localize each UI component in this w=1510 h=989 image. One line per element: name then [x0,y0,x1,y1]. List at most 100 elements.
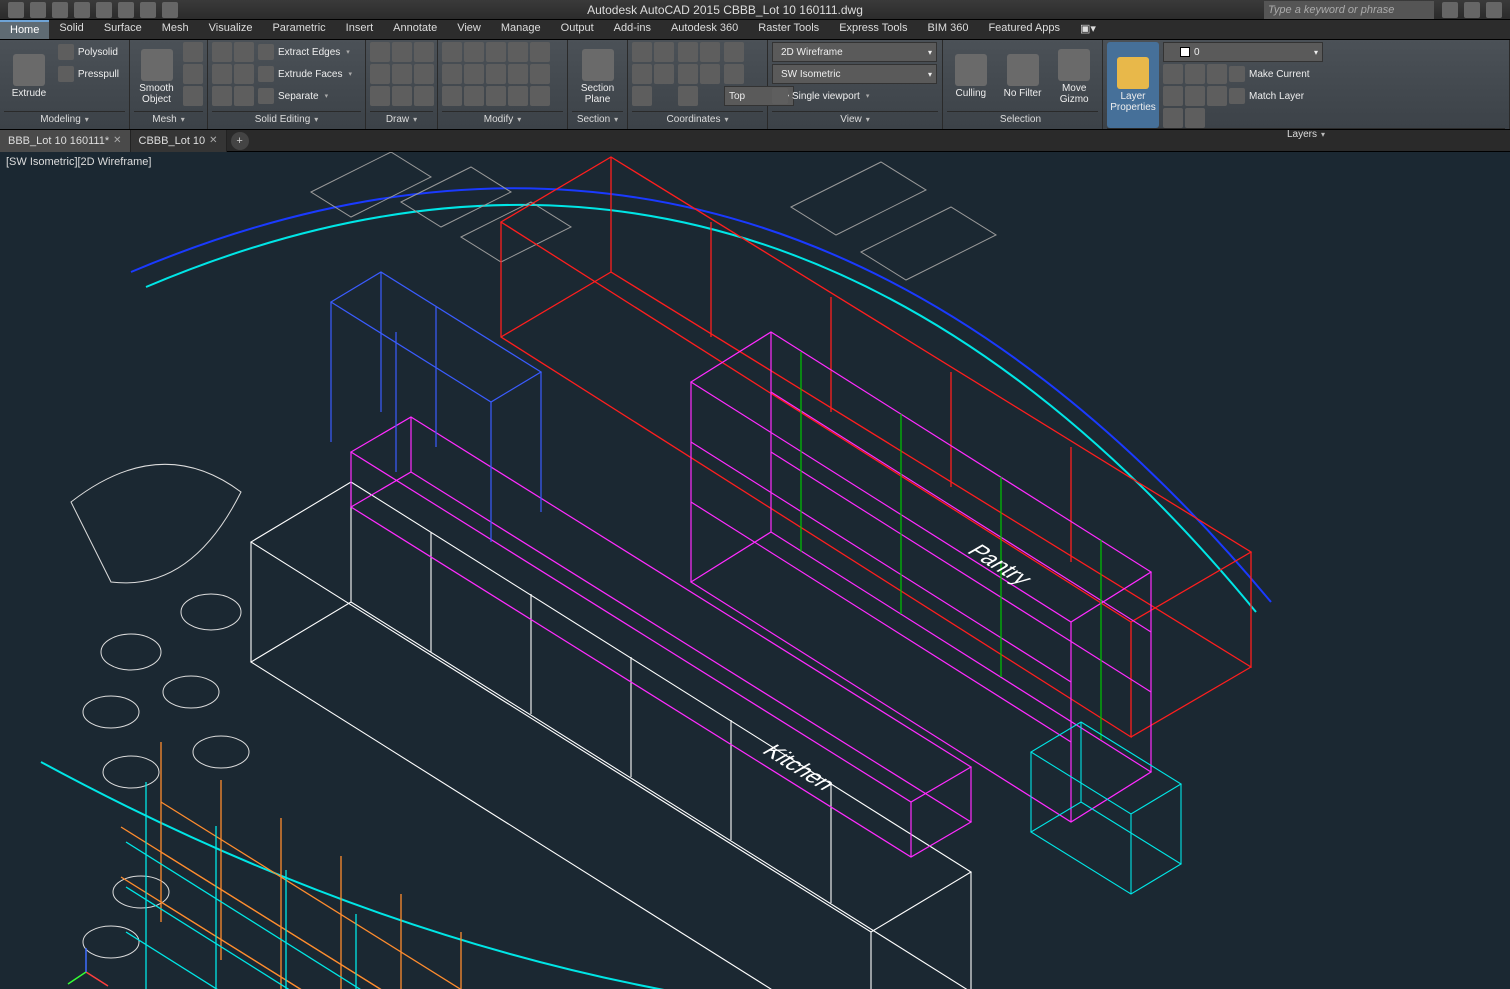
search-input[interactable]: Type a keyword or phrase [1264,1,1434,19]
new-tab-button[interactable]: + [231,132,249,150]
tab-overflow-icon[interactable]: ▣▾ [1070,20,1106,39]
viewport-label[interactable]: [SW Isometric][2D Wireframe] [6,156,151,168]
layer-icon-7[interactable] [1207,64,1227,84]
ucs-icon-2[interactable] [632,64,652,84]
layer-icon-1[interactable] [1163,64,1183,84]
stretch-icon[interactable] [442,86,462,106]
exchange-icon[interactable] [1464,2,1480,18]
layer-icon-2[interactable] [1163,86,1183,106]
layer-icon-3[interactable] [1163,108,1183,128]
tab-view[interactable]: View [447,20,491,39]
tab-featured[interactable]: Featured Apps [978,20,1070,39]
mesh-icon-3[interactable] [183,86,203,106]
tab-output[interactable]: Output [551,20,604,39]
draw-icon-9[interactable] [414,86,434,106]
tab-home[interactable]: Home [0,20,49,39]
move-gizmo-button[interactable]: Move Gizmo [1050,42,1098,111]
offset-icon[interactable] [508,86,528,106]
make-current-button[interactable]: Make Current [1229,64,1316,84]
sign-in-icon[interactable] [1442,2,1458,18]
trim-icon[interactable] [486,42,506,62]
ucs-icon-1[interactable] [632,42,652,62]
qat-open-icon[interactable] [52,2,68,18]
ucs-icon-9[interactable] [700,42,720,62]
file-tab-2[interactable]: CBBB_Lot 10✕ [131,130,227,152]
panel-mesh-label[interactable]: Mesh [134,111,203,127]
ucs-icon-3[interactable] [632,86,652,106]
layer-icon-4[interactable] [1185,64,1205,84]
spline-icon[interactable] [370,86,390,106]
panel-view-label[interactable]: View [772,111,938,127]
draw-icon-8[interactable] [414,64,434,84]
tab-parametric[interactable]: Parametric [262,20,335,39]
ucs-icon-12[interactable] [724,64,744,84]
mod-icon-13[interactable] [530,42,550,62]
ucs-icon-7[interactable] [678,64,698,84]
arc-icon[interactable] [392,64,412,84]
tab-a360[interactable]: Autodesk 360 [661,20,748,39]
culling-button[interactable]: Culling [947,42,995,111]
panel-draw-label[interactable]: Draw [370,111,433,127]
scale-icon[interactable] [464,86,484,106]
ucs-icon-6[interactable] [678,42,698,62]
drawing-viewport[interactable]: [SW Isometric][2D Wireframe] [0,152,1510,989]
tab-surface[interactable]: Surface [94,20,152,39]
tab-mesh[interactable]: Mesh [152,20,199,39]
layer-properties-button[interactable]: Layer Properties [1107,42,1159,128]
presspull-button[interactable]: Presspull [58,64,125,84]
view-direction-dropdown[interactable]: SW Isometric [772,64,937,84]
se-icon-6[interactable] [234,86,254,106]
extrude-button[interactable]: Extrude [4,42,54,111]
match-layer-button[interactable]: Match Layer [1229,86,1316,106]
polysolid-button[interactable]: Polysolid [58,42,125,62]
se-icon-1[interactable] [212,42,232,62]
draw-icon-7[interactable] [414,42,434,62]
qat-undo-icon[interactable] [140,2,156,18]
smooth-object-button[interactable]: Smooth Object [134,42,179,111]
drawing-canvas[interactable]: Pantry Kitchen [0,152,1510,989]
se-icon-4[interactable] [234,42,254,62]
panel-section-label[interactable]: Section [572,111,623,127]
array-icon[interactable] [486,86,506,106]
rotate-icon[interactable] [464,42,484,62]
panel-layers-label[interactable]: Layers [1107,128,1505,140]
no-filter-button[interactable]: No Filter [999,42,1047,111]
circle-icon[interactable] [392,42,412,62]
mesh-icon-2[interactable] [183,64,203,84]
close-icon[interactable]: ✕ [209,135,217,146]
close-icon[interactable]: ✕ [113,135,121,146]
mirror-icon[interactable] [464,64,484,84]
tab-raster[interactable]: Raster Tools [748,20,829,39]
tab-visualize[interactable]: Visualize [199,20,263,39]
help-icon[interactable] [1486,2,1502,18]
copy-icon[interactable] [442,64,462,84]
ucs-icon-8[interactable] [678,86,698,106]
visual-style-dropdown[interactable]: 2D Wireframe [772,42,937,62]
file-tab-1[interactable]: BBB_Lot 10 160111*✕ [0,130,131,152]
polyline-icon[interactable] [370,64,390,84]
mod-icon-15[interactable] [530,86,550,106]
layer-icon-5[interactable] [1185,86,1205,106]
qat-new-icon[interactable] [30,2,46,18]
ucs-icon-5[interactable] [654,64,674,84]
section-plane-button[interactable]: Section Plane [572,42,623,111]
se-icon-5[interactable] [234,64,254,84]
tab-manage[interactable]: Manage [491,20,551,39]
se-icon-2[interactable] [212,64,232,84]
extract-edges-button[interactable]: Extract Edges [258,42,352,62]
fillet-icon[interactable] [486,64,506,84]
viewport-config-dropdown[interactable]: Single viewport [772,86,937,106]
tab-addins[interactable]: Add-ins [604,20,661,39]
erase-icon[interactable] [508,42,528,62]
panel-coordinates-label[interactable]: Coordinates [632,111,763,127]
tab-express[interactable]: Express Tools [829,20,917,39]
panel-solid-editing-label[interactable]: Solid Editing [212,111,361,127]
mod-icon-14[interactable] [530,64,550,84]
explode-icon[interactable] [508,64,528,84]
se-icon-3[interactable] [212,86,232,106]
rect-icon[interactable] [392,86,412,106]
tab-insert[interactable]: Insert [336,20,384,39]
panel-modeling-label[interactable]: Modeling [4,111,125,127]
mesh-icon-1[interactable] [183,42,203,62]
extrude-faces-button[interactable]: Extrude Faces [258,64,352,84]
